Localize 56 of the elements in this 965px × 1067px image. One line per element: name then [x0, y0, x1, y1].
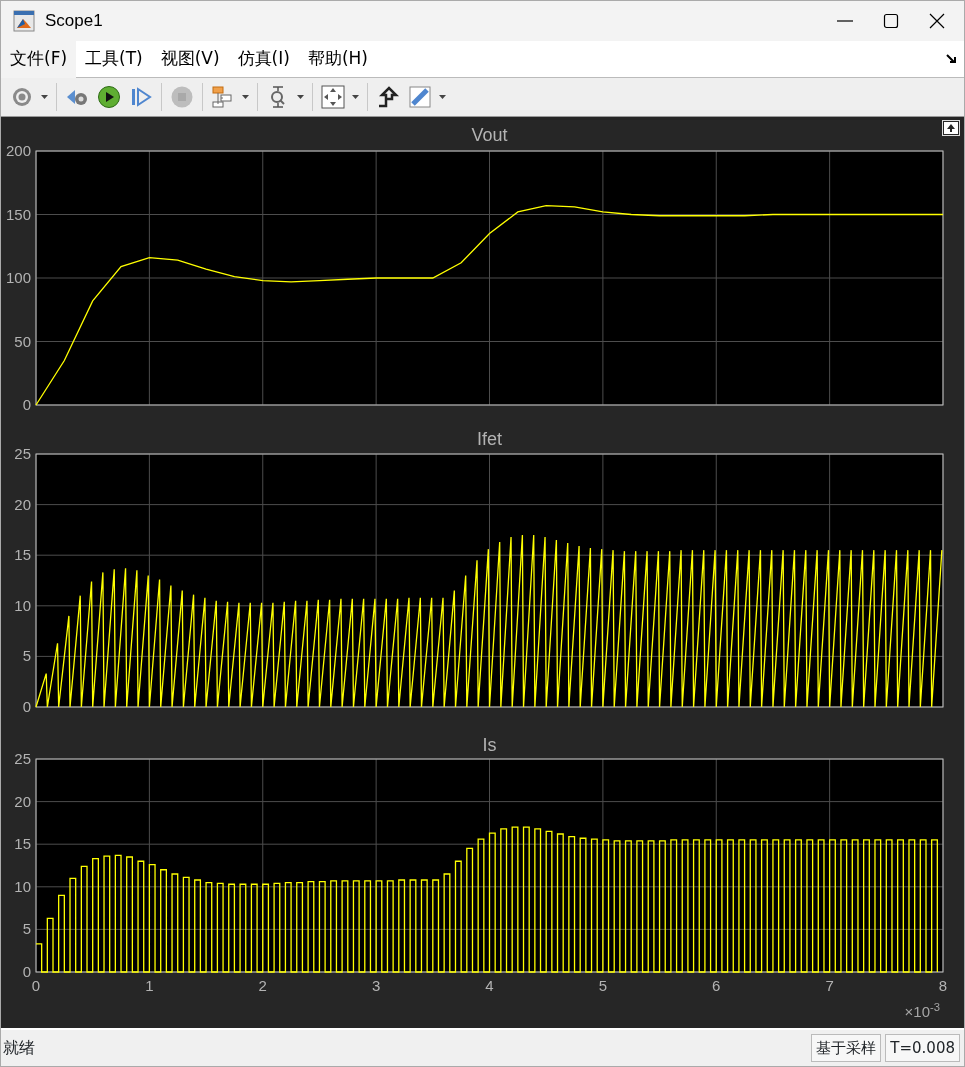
- tick-label: 0: [22, 697, 31, 715]
- tick-label: 20: [14, 792, 31, 810]
- menu-item[interactable]: 仿真(I): [228, 40, 299, 78]
- tick-label: 3: [371, 976, 381, 994]
- tick-label: 10: [14, 877, 31, 895]
- tick-label: 5: [22, 919, 31, 937]
- status-field: 基于采样: [811, 1033, 882, 1062]
- menu-item[interactable]: 视图(V): [151, 40, 229, 78]
- menu-item[interactable]: 文件(F): [1, 40, 77, 78]
- axis-exponent: ×10$^{-3}$: [904, 1000, 940, 1022]
- play-icon: [97, 84, 121, 109]
- caret-icon: [242, 94, 249, 99]
- menu-item[interactable]: 工具(T): [76, 40, 152, 78]
- ruler-icon: [408, 84, 432, 109]
- close-icon: [929, 13, 945, 29]
- tick-label: 2: [258, 976, 267, 994]
- minimize-icon: [837, 20, 853, 22]
- tick-label: 6: [712, 976, 721, 994]
- tick-label: 0: [31, 976, 41, 994]
- tick-label: 10: [14, 596, 31, 614]
- menu-item[interactable]: 帮助(H): [298, 40, 377, 78]
- chart-title: Is: [482, 734, 497, 755]
- tick-label: 5: [598, 976, 608, 994]
- tick-label: 15: [14, 834, 31, 852]
- tick-label: 7: [825, 976, 834, 994]
- tick-label: 20: [14, 495, 31, 513]
- app-icon: [13, 10, 35, 32]
- step-forward-icon: [129, 84, 153, 109]
- status-message: 就绪: [3, 1036, 35, 1059]
- tick-label: 150: [5, 205, 31, 222]
- tick-label: 0: [22, 395, 31, 413]
- caret-icon: [439, 94, 446, 99]
- tick-label: 100: [5, 268, 31, 286]
- tick-label: 15: [14, 545, 31, 563]
- fit-icon: [321, 84, 345, 109]
- tick-label: 200: [5, 141, 31, 159]
- blocks-icon: [211, 84, 235, 109]
- stop-icon: [170, 84, 194, 109]
- undock-icon[interactable]: [942, 119, 960, 136]
- caret-icon: [41, 94, 48, 99]
- tick-label: 50: [14, 332, 31, 349]
- window-title: Scope1: [45, 10, 103, 33]
- chart-title: Ifet: [477, 428, 502, 449]
- chart-title: Vout: [471, 124, 508, 145]
- tick-label: 1: [145, 976, 154, 994]
- dock-icon[interactable]: [946, 53, 958, 65]
- maximize-icon: [883, 13, 899, 29]
- status-field: T=0.008: [885, 1033, 960, 1062]
- tick-label: 4: [485, 976, 494, 994]
- tick-label: 25: [14, 444, 31, 462]
- caret-icon: [297, 94, 304, 99]
- caret-icon: [352, 94, 359, 99]
- tick-label: 8: [938, 976, 948, 994]
- tick-label: 5: [22, 646, 31, 664]
- tick-label: 0: [22, 962, 31, 980]
- tick-label: 25: [14, 749, 31, 767]
